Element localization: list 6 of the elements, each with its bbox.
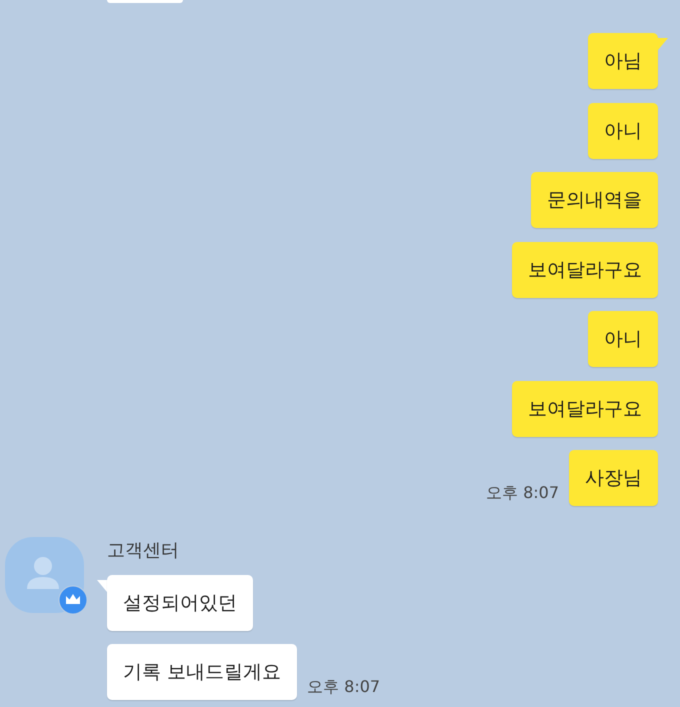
bubble-tail-icon	[658, 38, 668, 50]
sender-name: 고객센터	[107, 539, 179, 563]
avatar-icon[interactable]	[5, 537, 84, 613]
bubble-tail-icon	[97, 580, 107, 592]
message-time: 오후 8:07	[486, 483, 559, 504]
message-time: 오후 8:07	[307, 677, 380, 698]
